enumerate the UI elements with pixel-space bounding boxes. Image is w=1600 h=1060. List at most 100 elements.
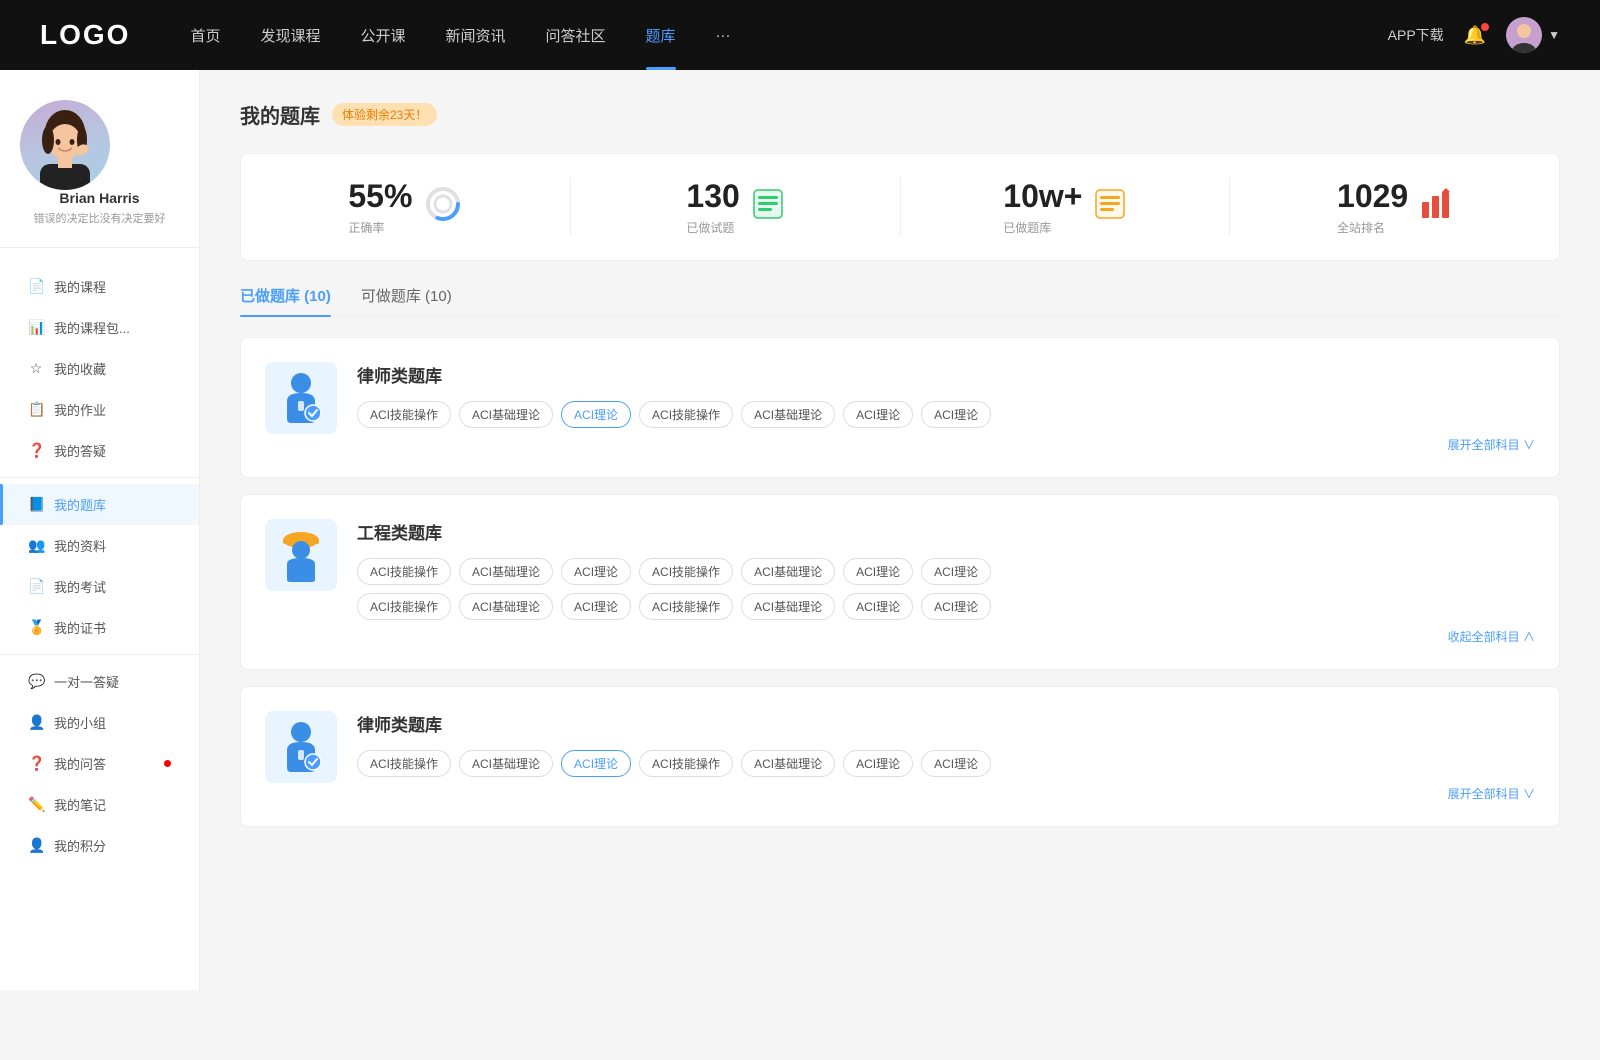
tag-e1-6[interactable]: ACI理论: [921, 558, 991, 585]
sidebar-item-my-courses[interactable]: 📄 我的课程: [0, 266, 199, 307]
tag-l2-1[interactable]: ACI基础理论: [459, 750, 553, 777]
stat-rank-value: 1029: [1337, 178, 1408, 215]
page-title: 我的题库: [240, 100, 320, 129]
expand-link-lawyer-2[interactable]: 展开全部科目 ∨: [357, 785, 1535, 802]
sidebar-item-course-packages[interactable]: 📊 我的课程包...: [0, 307, 199, 348]
sidebar-item-homework[interactable]: 📋 我的作业: [0, 389, 199, 430]
stat-done-questions-value: 130: [686, 178, 739, 215]
sidebar-label-favorites: 我的收藏: [54, 359, 171, 378]
sidebar-label-my-notes: 我的笔记: [54, 795, 171, 814]
stat-accuracy-text: 55% 正确率: [348, 178, 412, 236]
tag-l2-3[interactable]: ACI技能操作: [639, 750, 733, 777]
sidebar-label-my-questions: 我的问答: [54, 754, 152, 773]
tag-e2-2[interactable]: ACI理论: [561, 593, 631, 620]
nav-news[interactable]: 新闻资讯: [446, 25, 506, 46]
header: LOGO 首页 发现课程 公开课 新闻资讯 问答社区 题库 ··· APP下载 …: [0, 0, 1600, 70]
engineer-icon: [265, 519, 337, 591]
stat-rank-text: 1029 全站排名: [1337, 178, 1408, 236]
tag-l1-6[interactable]: ACI理论: [921, 401, 991, 428]
done-banks-icon: [1094, 188, 1126, 227]
sidebar-label-my-materials: 我的资料: [54, 536, 171, 555]
stat-accuracy-value: 55%: [348, 178, 412, 215]
sidebar-item-my-questions[interactable]: ❓ 我的问答: [0, 743, 199, 784]
main-layout: Brian Harris 错误的决定比没有决定要好 📄 我的课程 📊 我的课程包…: [0, 70, 1600, 990]
nav-qa[interactable]: 问答社区: [546, 25, 606, 46]
qbank-title-lawyer-1: 律师类题库: [357, 362, 1535, 387]
tag-e2-3[interactable]: ACI技能操作: [639, 593, 733, 620]
tag-e2-4[interactable]: ACI基础理论: [741, 593, 835, 620]
user-avatar: [20, 100, 110, 190]
sidebar-item-my-points[interactable]: 👤 我的积分: [0, 825, 199, 866]
sidebar-item-qa[interactable]: ❓ 我的答疑: [0, 430, 199, 471]
notification-bell[interactable]: 🔔: [1464, 25, 1486, 46]
stat-done-banks-text: 10w+ 已做题库: [1003, 178, 1082, 236]
tag-e1-2[interactable]: ACI理论: [561, 558, 631, 585]
tag-l2-2[interactable]: ACI理论: [561, 750, 631, 777]
user-motto: 错误的决定比没有决定要好: [20, 212, 179, 227]
done-questions-icon: [752, 188, 784, 227]
sidebar-label-my-certs: 我的证书: [54, 618, 171, 637]
tag-e1-5[interactable]: ACI理论: [843, 558, 913, 585]
homework-icon: 📋: [28, 401, 44, 418]
sidebar-item-favorites[interactable]: ☆ 我的收藏: [0, 348, 199, 389]
tag-l1-1[interactable]: ACI基础理论: [459, 401, 553, 428]
user-avatar-menu[interactable]: ▼: [1506, 17, 1560, 53]
sidebar-label-my-group: 我的小组: [54, 713, 171, 732]
tag-e1-4[interactable]: ACI基础理论: [741, 558, 835, 585]
tag-e2-0[interactable]: ACI技能操作: [357, 593, 451, 620]
tag-l1-0[interactable]: ACI技能操作: [357, 401, 451, 428]
nav-more[interactable]: ···: [716, 27, 731, 44]
lawyer-icon-1: [265, 362, 337, 434]
sidebar-item-my-materials[interactable]: 👥 我的资料: [0, 525, 199, 566]
menu-divider-2: [0, 654, 199, 655]
stat-accuracy-label: 正确率: [348, 219, 412, 236]
stat-rank: 1029 全站排名: [1230, 178, 1559, 236]
expand-link-lawyer-1[interactable]: 展开全部科目 ∨: [357, 436, 1535, 453]
user-name: Brian Harris: [20, 190, 179, 206]
tag-l2-5[interactable]: ACI理论: [843, 750, 913, 777]
tag-e2-6[interactable]: ACI理论: [921, 593, 991, 620]
qbank-tabs: 已做题库 (10) 可做题库 (10): [240, 285, 1560, 317]
tag-l1-4[interactable]: ACI基础理论: [741, 401, 835, 428]
tag-l2-6[interactable]: ACI理论: [921, 750, 991, 777]
collapse-link-engineer[interactable]: 收起全部科目 ∧: [357, 628, 1535, 645]
tag-l2-0[interactable]: ACI技能操作: [357, 750, 451, 777]
tag-l1-5[interactable]: ACI理论: [843, 401, 913, 428]
qbank-icon: 📘: [28, 496, 44, 513]
sidebar-label-qa: 我的答疑: [54, 441, 171, 460]
nav-opencourse[interactable]: 公开课: [360, 25, 405, 46]
sidebar-item-my-notes[interactable]: ✏️ 我的笔记: [0, 784, 199, 825]
tag-l2-4[interactable]: ACI基础理论: [741, 750, 835, 777]
page-header: 我的题库 体验剩余23天！: [240, 100, 1560, 129]
tag-e1-3[interactable]: ACI技能操作: [639, 558, 733, 585]
group-icon: 👤: [28, 714, 44, 731]
sidebar-item-my-group[interactable]: 👤 我的小组: [0, 702, 199, 743]
tag-e2-1[interactable]: ACI基础理论: [459, 593, 553, 620]
sidebar-item-my-certs[interactable]: 🏅 我的证书: [0, 607, 199, 648]
1on1-icon: 💬: [28, 673, 44, 690]
tag-e1-1[interactable]: ACI基础理论: [459, 558, 553, 585]
nav-home[interactable]: 首页: [190, 25, 220, 46]
sidebar-item-my-qbank[interactable]: 📘 我的题库: [0, 484, 199, 525]
tab-available-banks[interactable]: 可做题库 (10): [361, 285, 452, 316]
qbank-title-engineer: 工程类题库: [357, 519, 1535, 544]
tag-e1-0[interactable]: ACI技能操作: [357, 558, 451, 585]
stat-done-banks: 10w+ 已做题库: [901, 178, 1231, 236]
qa-icon: ❓: [28, 442, 44, 459]
nav-qbank[interactable]: 题库: [646, 25, 676, 46]
qbank-card-lawyer-1: 律师类题库 ACI技能操作 ACI基础理论 ACI理论 ACI技能操作 ACI基…: [240, 337, 1560, 478]
sidebar-label-course-packages: 我的课程包...: [54, 318, 171, 337]
tag-e2-5[interactable]: ACI理论: [843, 593, 913, 620]
app-download-btn[interactable]: APP下载: [1388, 25, 1444, 45]
materials-icon: 👥: [28, 537, 44, 554]
stats-bar: 55% 正确率 130 已做试题: [240, 153, 1560, 261]
sidebar-item-1on1[interactable]: 💬 一对一答疑: [0, 661, 199, 702]
tag-l1-3[interactable]: ACI技能操作: [639, 401, 733, 428]
sidebar-menu: 📄 我的课程 📊 我的课程包... ☆ 我的收藏 📋 我的作业 ❓ 我的答疑 �: [0, 258, 199, 874]
tag-l1-2[interactable]: ACI理论: [561, 401, 631, 428]
sidebar-item-my-exams[interactable]: 📄 我的考试: [0, 566, 199, 607]
tab-done-banks[interactable]: 已做题库 (10): [240, 285, 331, 316]
nav-discover[interactable]: 发现课程: [260, 25, 320, 46]
courses-icon: 📄: [28, 278, 44, 295]
avatar-chevron-icon: ▼: [1548, 28, 1560, 42]
